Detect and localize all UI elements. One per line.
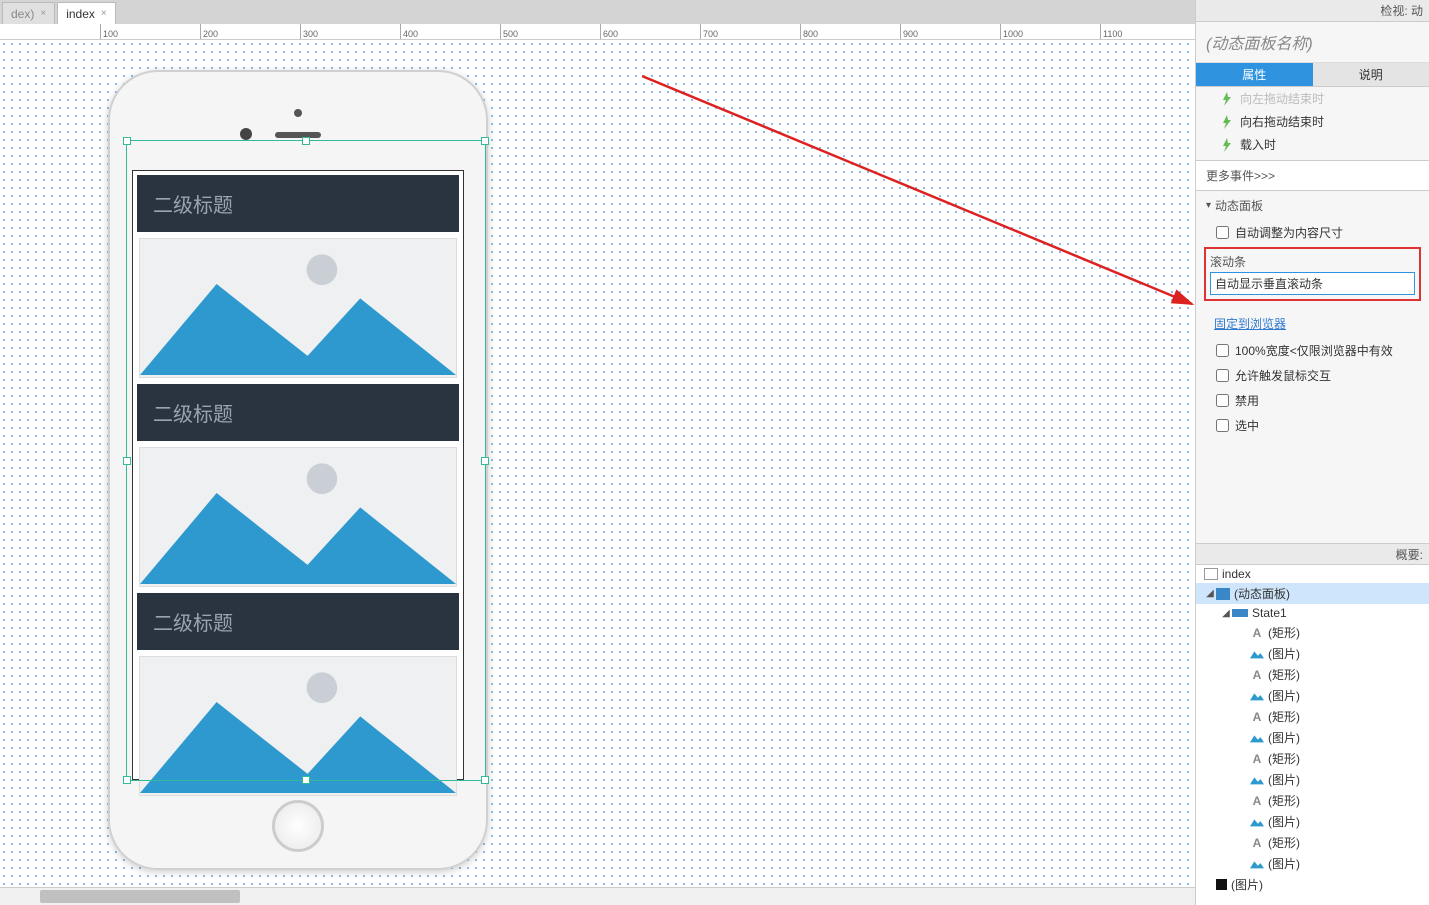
tab-index[interactable]: index× [57, 2, 116, 24]
outline-row-img[interactable]: (图片) [1196, 811, 1429, 832]
event-item[interactable]: 向左拖动结束时 [1196, 87, 1429, 110]
scrollbar-horizontal[interactable] [0, 887, 1195, 905]
phone-frame: 二级标题 二级标题 二级标题 [108, 70, 488, 870]
widget-name-field[interactable]: (动态面板名称) [1196, 22, 1429, 63]
event-item[interactable]: 向右拖动结束时 [1196, 110, 1429, 133]
event-item[interactable]: 载入时 [1196, 133, 1429, 156]
outline-row-rect[interactable]: A(矩形) [1196, 664, 1429, 685]
outline-row-dp[interactable]: ◢(动态面板) [1196, 583, 1429, 604]
outline-row-img[interactable]: (图片) [1196, 643, 1429, 664]
more-events-button[interactable]: 更多事件>>> [1196, 160, 1429, 191]
lightning-icon [1220, 115, 1234, 129]
outline-row-rect[interactable]: A(矩形) [1196, 622, 1429, 643]
inspector-panel: 检视: 动 (动态面板名称) 属性 说明 向左拖动结束时 向右拖动结束时 载入时… [1195, 0, 1429, 905]
collapse-icon[interactable]: ◢ [1204, 588, 1216, 599]
page-icon [1204, 568, 1218, 580]
outline-header: 概要: [1196, 543, 1429, 565]
image-placeholder [139, 656, 457, 796]
text-icon: A [1250, 627, 1264, 639]
properties-body: 向左拖动结束时 向右拖动结束时 载入时 更多事件>>> ▾动态面板 自动调整为内… [1196, 87, 1429, 543]
close-icon[interactable]: × [101, 8, 107, 19]
card-item[interactable]: 二级标题 [137, 593, 459, 796]
inspector-header: 检视: 动 [1196, 0, 1429, 22]
close-icon[interactable]: × [40, 8, 46, 19]
canvas-area: 二级标题 二级标题 二级标题 [0, 40, 1195, 905]
text-icon: A [1250, 669, 1264, 681]
card-item[interactable]: 二级标题 [137, 175, 459, 378]
outline-row-page[interactable]: index [1196, 565, 1429, 583]
phone-sensor-icon [294, 109, 302, 117]
state-icon [1232, 609, 1248, 617]
outline-row-rect[interactable]: A(矩形) [1196, 706, 1429, 727]
phone-speaker-icon [275, 132, 321, 138]
card-heading: 二级标题 [137, 593, 459, 650]
collapse-icon[interactable]: ◢ [1220, 608, 1232, 619]
checkbox-width100[interactable]: 100%宽度<仅限浏览器中有效 [1196, 338, 1429, 363]
phone-screen: 二级标题 二级标题 二级标题 [132, 170, 464, 780]
image-icon [1250, 816, 1264, 828]
checkbox-selected[interactable]: 选中 [1196, 413, 1429, 438]
canvas[interactable]: 二级标题 二级标题 二级标题 [0, 40, 1195, 887]
inspector-tabs: 属性 说明 [1196, 63, 1429, 87]
image-placeholder [139, 447, 457, 587]
scrollbar-label: 滚动条 [1210, 253, 1415, 270]
text-icon: A [1250, 711, 1264, 723]
lightning-icon [1220, 138, 1234, 152]
annotation-highlight: 滚动条 自动显示垂直滚动条 [1204, 247, 1421, 301]
lightning-icon [1220, 92, 1234, 106]
image-icon [1250, 648, 1264, 660]
outline-row-rect[interactable]: A(矩形) [1196, 832, 1429, 853]
home-button-icon [272, 800, 324, 852]
outline-row-state[interactable]: ◢State1 [1196, 604, 1429, 622]
scrollbar-select[interactable]: 自动显示垂直滚动条 [1210, 272, 1415, 295]
image-icon [1250, 690, 1264, 702]
outline-row-img[interactable]: (图片) [1196, 874, 1429, 895]
section-dynamic-panel[interactable]: ▾动态面板 [1196, 191, 1429, 220]
phone-camera-icon [240, 128, 252, 140]
checkbox-trigger-mouse[interactable]: 允许触发鼠标交互 [1196, 363, 1429, 388]
text-icon: A [1250, 795, 1264, 807]
pin-to-browser-link[interactable]: 固定到浏览器 [1196, 309, 1429, 338]
image-icon [1250, 858, 1264, 870]
text-icon: A [1250, 753, 1264, 765]
shape-icon [1216, 879, 1227, 890]
tab-prev[interactable]: dex)× [2, 2, 55, 24]
card-heading: 二级标题 [137, 175, 459, 232]
checkbox-autosize[interactable]: 自动调整为内容尺寸 [1196, 220, 1429, 245]
outline-row-rect[interactable]: A(矩形) [1196, 790, 1429, 811]
image-placeholder [139, 238, 457, 378]
outline-row-img[interactable]: (图片) [1196, 727, 1429, 748]
tab-properties[interactable]: 属性 [1196, 63, 1313, 87]
outline-tree: index ◢(动态面板) ◢State1 A(矩形) (图片) A(矩形) (… [1196, 565, 1429, 905]
annotation-arrow-icon [642, 74, 1195, 310]
image-icon [1250, 774, 1264, 786]
chevron-down-icon: ▾ [1206, 200, 1211, 211]
card-item[interactable]: 二级标题 [137, 384, 459, 587]
outline-row-img[interactable]: (图片) [1196, 853, 1429, 874]
outline-row-img[interactable]: (图片) [1196, 769, 1429, 790]
tab-notes[interactable]: 说明 [1313, 63, 1429, 87]
outline-row-rect[interactable]: A(矩形) [1196, 748, 1429, 769]
checkbox-disabled[interactable]: 禁用 [1196, 388, 1429, 413]
text-icon: A [1250, 837, 1264, 849]
dynamic-panel-icon [1216, 588, 1230, 600]
outline-row-img[interactable]: (图片) [1196, 685, 1429, 706]
card-heading: 二级标题 [137, 384, 459, 441]
image-icon [1250, 732, 1264, 744]
